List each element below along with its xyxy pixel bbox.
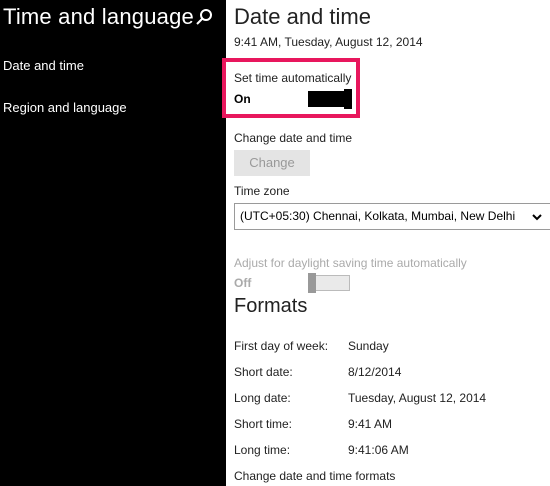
formats-title: Formats — [234, 295, 308, 317]
format-value-short-date: 8/12/2014 — [348, 365, 402, 379]
dst-state: Off — [234, 276, 252, 290]
search-icon[interactable] — [195, 8, 213, 26]
format-value-long-date: Tuesday, August 12, 2014 — [348, 391, 487, 405]
set-time-automatically-toggle[interactable] — [308, 89, 352, 109]
change-button[interactable]: Change — [234, 150, 310, 176]
chevron-down-icon — [532, 214, 542, 221]
highlight-box — [222, 58, 360, 118]
format-label-first-day: First day of week: — [234, 339, 329, 353]
time-zone-label: Time zone — [234, 184, 290, 198]
current-datetime: 9:41 AM, Tuesday, August 12, 2014 — [234, 35, 423, 49]
format-value-short-time: 9:41 AM — [348, 417, 393, 431]
format-value-first-day: Sunday — [348, 339, 389, 353]
sidebar-title: Time and language — [3, 4, 194, 29]
main-panel: Date and time 9:41 AM, Tuesday, August 1… — [222, 0, 550, 486]
format-label-short-time: Short time: — [234, 417, 293, 431]
set-time-automatically-label: Set time automatically — [234, 71, 352, 85]
dst-toggle[interactable] — [308, 273, 350, 293]
sidebar: Time and language Date and time Region a… — [0, 0, 226, 486]
sidebar-item-date-and-time[interactable]: Date and time — [3, 58, 84, 73]
format-label-short-date: Short date: — [234, 365, 293, 379]
format-label-long-time: Long time: — [234, 443, 291, 457]
set-time-automatically-state: On — [234, 92, 251, 106]
time-zone-dropdown[interactable]: (UTC+05:30) Chennai, Kolkata, Mumbai, Ne… — [234, 203, 550, 230]
toggle-knob — [308, 273, 316, 293]
format-label-long-date: Long date: — [234, 391, 291, 405]
time-zone-value: (UTC+05:30) Chennai, Kolkata, Mumbai, Ne… — [240, 209, 516, 223]
change-date-and-time-label: Change date and time — [234, 131, 353, 145]
toggle-knob — [344, 89, 352, 109]
change-formats-link[interactable]: Change date and time formats — [234, 469, 395, 483]
dst-label: Adjust for daylight saving time automati… — [234, 256, 467, 270]
page-title: Date and time — [234, 4, 371, 29]
sidebar-item-region-and-language[interactable]: Region and language — [3, 100, 127, 115]
format-value-long-time: 9:41:06 AM — [348, 443, 409, 457]
